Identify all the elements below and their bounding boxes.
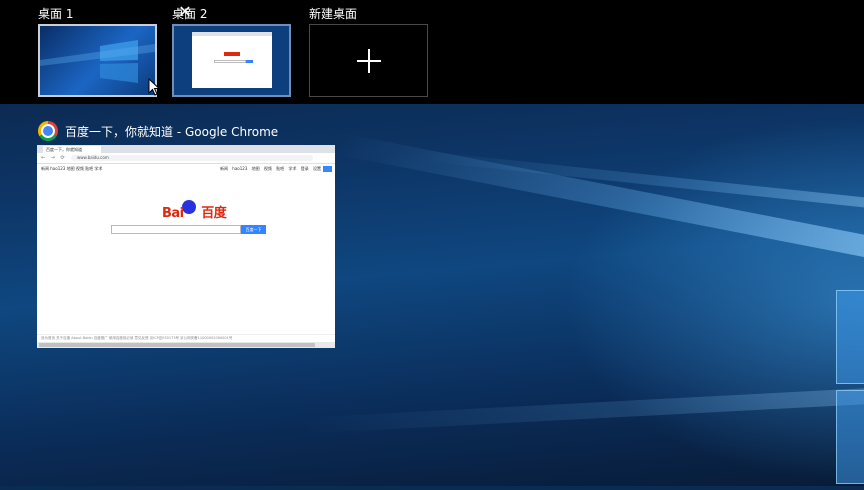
window-title-bar[interactable]: 百度一下，你就知道 - Google Chrome — [38, 120, 278, 142]
horizontal-scrollbar — [37, 342, 335, 348]
baidu-top-nav: 新闻 hao123 地图 视频 贴吧 学术 新闻 hao123 地图 视频 贴吧… — [37, 164, 335, 174]
browser-toolbar: ← → ⟳ www.baidu.com — [37, 153, 335, 164]
plus-icon — [357, 49, 381, 73]
baidu-right-links: 新闻 hao123 地图 视频 贴吧 学术 登录 设置 — [220, 166, 321, 171]
baidu-left-links: 新闻 hao123 地图 视频 贴吧 学术 — [41, 166, 103, 171]
desktop-2-thumbnail[interactable] — [172, 24, 291, 97]
baidu-footer: 设为首页 关于百度 About Baidu 百度推广 使用百度前必读 意见反馈 … — [37, 334, 335, 341]
task-view-desktop-strip: 桌面 1 ✕ 桌面 2 新建桌面 — [0, 0, 864, 104]
browser-tab: 百度一下，你就知道 — [43, 146, 101, 153]
chrome-window-preview[interactable]: 百度一下，你就知道 ← → ⟳ www.baidu.com 新闻 hao123 … — [37, 145, 335, 348]
desktop-1-label: 桌面 1 — [38, 7, 74, 21]
windows-logo-icon — [40, 40, 155, 83]
windows-logo-icon — [836, 290, 864, 490]
mini-browser-window — [192, 32, 272, 88]
browser-tab-strip: 百度一下，你就知道 — [37, 145, 335, 153]
baidu-search-input — [111, 225, 241, 234]
chrome-icon — [38, 121, 58, 141]
desktop-1-thumbnail[interactable] — [38, 24, 157, 97]
mouse-cursor-icon — [148, 78, 160, 96]
new-desktop-button[interactable] — [309, 24, 428, 97]
baidu-login-button — [323, 166, 332, 172]
desktop-2-label: 桌面 2 — [172, 7, 208, 21]
baidu-search-button: 百度一下 — [241, 225, 266, 234]
baidu-logo: Baidu百度 — [162, 206, 227, 221]
window-title: 百度一下，你就知道 - Google Chrome — [65, 124, 279, 139]
address-bar: www.baidu.com — [71, 155, 313, 161]
light-beam — [300, 388, 864, 434]
nav-buttons: ← → ⟳ — [41, 155, 67, 161]
new-desktop-label: 新建桌面 — [309, 7, 358, 21]
